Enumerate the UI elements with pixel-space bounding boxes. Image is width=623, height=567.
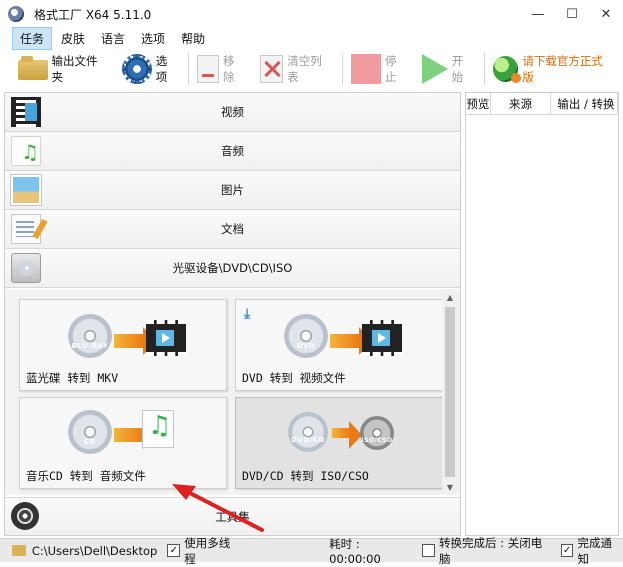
dvd-cd-disc-icon: DVD/CD [288, 412, 328, 452]
category-label: 工具集 [215, 510, 250, 524]
options-button[interactable]: 选项 [118, 50, 182, 88]
cd-disc-icon: CD [68, 410, 112, 454]
output-folder-button[interactable]: 输出文件夹 [14, 50, 112, 88]
task-scrollbar[interactable]: ▲ ▼ [442, 289, 458, 495]
bluray-disc-icon: BLU-RAY [68, 314, 112, 358]
menu-language[interactable]: 语言 [94, 28, 132, 49]
menu-help[interactable]: 帮助 [174, 28, 212, 49]
disc-label: DVD [296, 342, 316, 350]
toolbar: 输出文件夹 选项 移除 清空列表 停止 开始 请下载官方正式版 [0, 48, 623, 90]
close-button[interactable]: ✕ [589, 0, 623, 28]
multithread-checkbox[interactable]: ✓ [167, 544, 181, 557]
start-label: 开始 [451, 54, 464, 84]
column-output[interactable]: 输出 / 转换 [551, 93, 618, 114]
category-video[interactable]: 视频 [5, 93, 460, 132]
category-label: 文档 [221, 222, 244, 236]
menu-task[interactable]: 任务 [12, 26, 53, 50]
arrow-icon [114, 327, 156, 355]
globe-icon [492, 56, 521, 83]
menu-bar: 任务 皮肤 语言 选项 帮助 [0, 26, 623, 50]
toolbar-divider [342, 53, 344, 85]
output-path[interactable]: C:\Users\Dell\Desktop [32, 544, 157, 558]
output-folder-label: 输出文件夹 [51, 54, 98, 84]
clear-list-icon [259, 55, 284, 83]
category-picture[interactable]: 图片 [5, 171, 460, 210]
play-icon [421, 54, 448, 84]
remove-label: 移除 [222, 54, 235, 84]
start-button[interactable]: 开始 [418, 50, 478, 88]
task-dvd-cd-to-iso[interactable]: DVD/CD ISO/CSO DVD/CD 转到 ISO/CSO [235, 397, 443, 489]
stop-icon [351, 54, 381, 84]
clear-list-label: 清空列表 [287, 54, 322, 84]
arrow-icon [332, 421, 362, 449]
maximize-button[interactable]: ☐ [555, 0, 589, 28]
minimize-button[interactable]: — [521, 0, 555, 28]
music-file-icon: ♫ [142, 410, 174, 448]
task-label: DVD 转到 视频文件 [242, 371, 346, 385]
window-title: 格式工厂 X64 5.11.0 [34, 7, 152, 22]
elapsed-time: 耗时 : 00:00:00 [329, 536, 381, 566]
film-icon [146, 320, 186, 356]
task-label: 蓝光碟 转到 MKV [26, 371, 119, 385]
download-icon: ⤓ [244, 306, 251, 322]
menu-options[interactable]: 选项 [134, 28, 172, 49]
category-label: 图片 [221, 183, 244, 197]
iso-disc-icon: ISO/CSO [360, 416, 394, 450]
download-official-label: 请下载官方正式版 [522, 54, 603, 84]
stop-button[interactable]: 停止 [347, 50, 411, 88]
task-label: DVD/CD 转到 ISO/CSO [242, 469, 369, 483]
task-list-panel: 预览 来源 输出 / 转换 [465, 92, 619, 536]
scroll-down-icon[interactable]: ▼ [442, 479, 458, 495]
task-card-area: BLU-RAY 蓝光碟 转到 MKV ⤓ DVD DVD 转到 视频文件 CD … [5, 289, 460, 495]
status-bar: C:\Users\Dell\Desktop ✓ 使用多线程 耗时 : 00:00… [0, 536, 623, 566]
scroll-up-icon[interactable]: ▲ [442, 289, 458, 305]
category-document[interactable]: 文档 [5, 210, 460, 249]
category-optical-drive[interactable]: 光驱设备\DVD\CD\ISO [5, 249, 460, 288]
category-label: 音频 [221, 144, 244, 158]
category-tools[interactable]: 工具集 [5, 497, 460, 535]
menu-skin[interactable]: 皮肤 [54, 28, 92, 49]
gear-icon [122, 54, 152, 84]
disc-label: BLU-RAY [71, 342, 109, 350]
dvd-disc-icon: DVD [284, 314, 328, 358]
window-controls: — ☐ ✕ [521, 0, 623, 28]
disc-label: DVD/CD [291, 436, 325, 444]
iso-label: ISO/CSO [361, 437, 393, 444]
column-source[interactable]: 来源 [491, 93, 552, 114]
scroll-thumb[interactable] [445, 307, 455, 477]
app-logo-icon [8, 6, 24, 22]
notify-checkbox[interactable]: ✓ [560, 544, 574, 557]
toolbar-divider [188, 53, 190, 85]
column-preview[interactable]: 预览 [466, 93, 491, 114]
arrow-icon [114, 421, 156, 449]
category-label: 光驱设备\DVD\CD\ISO [172, 261, 293, 275]
remove-icon [197, 55, 219, 83]
task-music-cd-to-audio[interactable]: CD ♫ 音乐CD 转到 音频文件 [19, 397, 227, 489]
download-official-button[interactable]: 请下载官方正式版 [489, 50, 617, 88]
category-audio[interactable]: ♫ 音频 [5, 132, 460, 171]
task-dvd-to-video[interactable]: ⤓ DVD DVD 转到 视频文件 [235, 299, 443, 391]
remove-button[interactable]: 移除 [193, 50, 249, 88]
folder-icon [18, 56, 48, 82]
stop-label: 停止 [384, 54, 397, 84]
task-label: 音乐CD 转到 音频文件 [26, 469, 146, 483]
toolbar-divider [483, 53, 485, 85]
folder-icon [12, 545, 26, 556]
arrow-icon [330, 327, 372, 355]
task-bluray-to-mkv[interactable]: BLU-RAY 蓝光碟 转到 MKV [19, 299, 227, 391]
disc-label: CD [84, 438, 96, 446]
function-panel: 视频 ♫ 音频 图片 文档 光驱设备\DVD\CD\ISO BLU-RAY 蓝光… [4, 92, 461, 536]
task-list-header: 预览 来源 输出 / 转换 [466, 93, 618, 115]
clear-list-button[interactable]: 清空列表 [256, 50, 337, 88]
category-label: 视频 [221, 105, 244, 119]
film-icon [362, 320, 402, 356]
shutdown-checkbox[interactable] [422, 544, 436, 557]
title-bar: 格式工厂 X64 5.11.0 — ☐ ✕ [0, 0, 623, 28]
options-label: 选项 [155, 54, 168, 84]
